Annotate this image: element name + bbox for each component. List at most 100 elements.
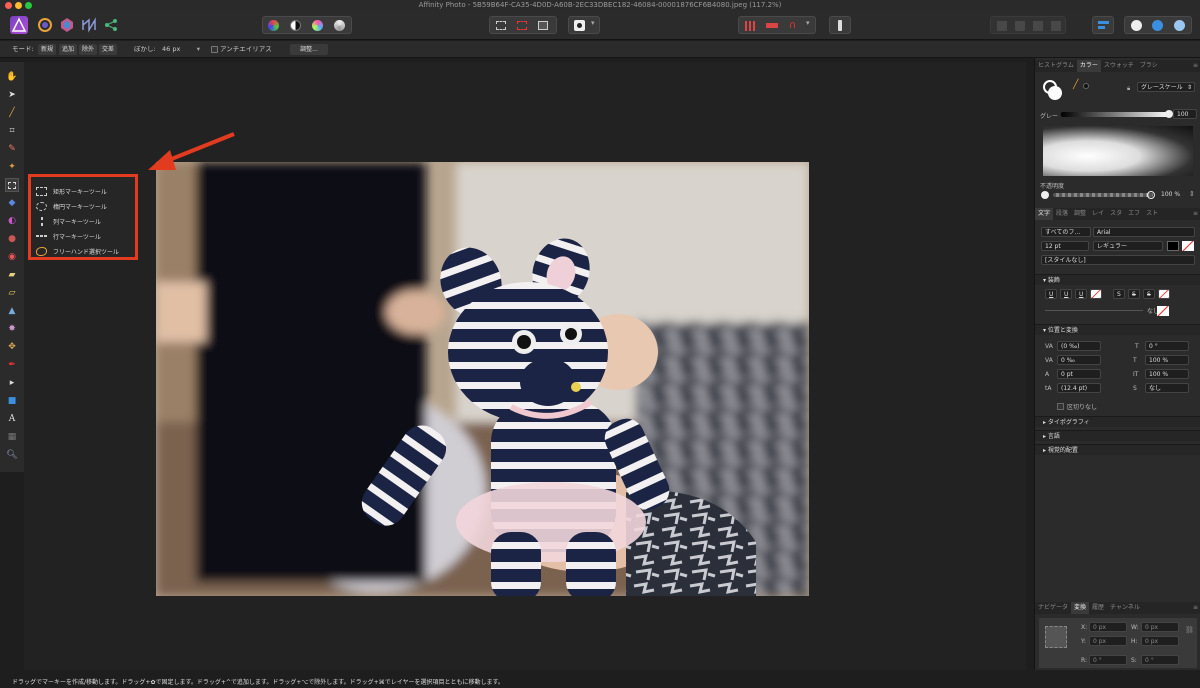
gray-slider[interactable] [1061, 110, 1173, 118]
language-section-header[interactable]: ▸ 言語 [1035, 430, 1200, 441]
strikethrough-color-swatch[interactable] [1158, 289, 1170, 299]
vertical-scale-field[interactable]: 100 % [1145, 369, 1189, 379]
tab-styles[interactable]: スタ [1107, 208, 1125, 220]
healing-brush-tool-icon[interactable]: ▱ [5, 286, 19, 300]
tab-histogram[interactable]: ヒストグラム [1035, 60, 1077, 72]
select-all-icon[interactable] [496, 21, 506, 30]
marquee-tool-icon[interactable] [5, 178, 19, 192]
panel-menu-icon[interactable]: ≡ [1190, 602, 1200, 614]
auto-levels-icon[interactable] [268, 20, 279, 31]
decoration-color-swatch[interactable] [1157, 306, 1169, 316]
crop-tool-icon[interactable]: ⌗ [5, 124, 19, 138]
column-marquee-item[interactable]: 列マーキーツール [36, 215, 101, 227]
zoom-window-button[interactable] [25, 2, 32, 9]
mode-add-button[interactable]: 追加 [59, 44, 78, 55]
mode-new-button[interactable]: 新規 [38, 44, 57, 55]
develop-persona-icon[interactable] [80, 16, 98, 34]
horizontal-scale-field[interactable]: 100 % [1145, 355, 1189, 365]
tab-adjustments[interactable]: 調整 [1071, 208, 1089, 220]
leading-field[interactable]: (12.4 pt) [1057, 383, 1101, 393]
text-tool-icon[interactable]: A [5, 412, 19, 426]
export-persona-icon[interactable] [102, 16, 120, 34]
tab-transform[interactable]: 変換 [1071, 602, 1090, 614]
decoration-line-slider[interactable] [1045, 310, 1143, 311]
panel-menu-icon[interactable]: ≡ [1190, 60, 1200, 72]
close-window-button[interactable] [5, 2, 12, 9]
chevron-down-icon[interactable]: ▾ [197, 44, 200, 55]
h-field[interactable]: 0 px [1141, 636, 1179, 646]
flood-fill-tool-icon[interactable]: ◆ [5, 196, 19, 210]
tracking-field[interactable]: (0 ‰) [1057, 341, 1101, 351]
quick-mask-icon[interactable] [574, 20, 585, 31]
mode-intersect-button[interactable]: 交差 [99, 44, 118, 55]
tab-stock[interactable]: スト [1143, 208, 1161, 220]
rectangular-marquee-item[interactable]: 矩形マーキーツール [36, 185, 107, 197]
x-field[interactable]: 0 px [1089, 622, 1127, 632]
move-tool-icon[interactable]: ➤ [5, 88, 19, 102]
liquify-persona-icon[interactable] [58, 16, 76, 34]
strikethrough-style-button[interactable]: S [1143, 289, 1155, 299]
rectangle-tool-icon[interactable]: ■ [5, 394, 19, 408]
assistant-icon[interactable] [766, 23, 778, 28]
snapping-magnet-icon[interactable]: ∩ [789, 20, 796, 31]
text-color-swatch[interactable] [1167, 241, 1179, 251]
chevron-down-icon[interactable]: ▾ [806, 19, 810, 27]
chevron-down-icon[interactable]: ▾ [591, 19, 595, 27]
eyedropper-icon[interactable]: ╱ [1073, 80, 1078, 90]
lock-icon[interactable]: 🔒︎ [1127, 85, 1130, 93]
auto-contrast-icon[interactable] [290, 20, 301, 31]
opacity-slider[interactable] [1053, 193, 1153, 197]
erase-brush-tool-icon[interactable]: ▰ [5, 268, 19, 282]
rotation-field[interactable]: 0 ° [1089, 655, 1127, 665]
arrange-forward-icon[interactable] [1033, 21, 1043, 31]
strikethrough-button[interactable]: S [1113, 289, 1125, 299]
document-photo[interactable] [156, 162, 809, 596]
color-mode-select[interactable]: グレースケール ⇕ [1137, 82, 1195, 92]
font-family-select[interactable]: Arial [1093, 227, 1195, 237]
feather-field[interactable]: 46 px ▾ [162, 44, 202, 55]
pen-tool-icon[interactable]: ✒ [5, 358, 19, 372]
shear-transform-field[interactable]: 0 ° [1141, 655, 1179, 665]
arrange-backward-icon[interactable] [1015, 21, 1025, 31]
mode-subtract-button[interactable]: 除外 [79, 44, 98, 55]
color-picker-tool-icon[interactable]: ╱ [5, 106, 19, 120]
tab-character[interactable]: 文字 [1035, 208, 1054, 220]
font-size-field[interactable]: 12 pt [1041, 241, 1089, 251]
mesh-warp-tool-icon[interactable]: ✥ [5, 340, 19, 354]
arrange-front-icon[interactable] [1051, 21, 1061, 31]
zoom-tool-icon[interactable]: 🔍︎ [5, 448, 19, 462]
double-strikethrough-button[interactable]: S [1128, 289, 1140, 299]
link-icon[interactable]: ⛓ [1185, 626, 1194, 634]
tab-effects[interactable]: エフ [1125, 208, 1143, 220]
dodge-tool-icon[interactable]: ◉ [5, 250, 19, 264]
anchor-selector-icon[interactable] [1045, 626, 1067, 648]
panel-menu-icon[interactable]: ≡ [1190, 208, 1200, 220]
gradient-tool-icon[interactable]: ◐ [5, 214, 19, 228]
affinity-photo-logo-icon[interactable] [10, 16, 28, 34]
arrange-back-icon[interactable] [997, 21, 1007, 31]
tab-navigator[interactable]: ナビゲータ [1035, 602, 1071, 614]
style-select[interactable]: [スタイルなし] [1041, 255, 1195, 265]
tab-brushes[interactable]: ブラシ [1137, 60, 1161, 72]
node-tool-icon[interactable]: ▸ [5, 376, 19, 390]
auto-colors-icon[interactable] [312, 20, 323, 31]
freehand-selection-item[interactable]: フリーハンド選択ツール [36, 245, 119, 257]
photo-persona-icon[interactable] [36, 16, 54, 34]
flood-select-tool-icon[interactable]: ✦ [5, 160, 19, 174]
tab-swatches[interactable]: スウォッチ [1101, 60, 1137, 72]
fill-color-swatch[interactable] [1048, 86, 1062, 100]
font-style-select[interactable]: レギュラー [1093, 241, 1163, 251]
double-underline-button[interactable]: U [1060, 289, 1072, 299]
underline-button[interactable]: U [1045, 289, 1057, 299]
opacity-value[interactable]: 100 % [1161, 191, 1180, 198]
deselect-icon[interactable] [517, 21, 527, 30]
position-transform-section-header[interactable]: ▾ 位置と変換 [1035, 324, 1200, 335]
skew-field[interactable]: 0 ° [1145, 341, 1189, 351]
underline-color-swatch[interactable] [1090, 289, 1102, 299]
auto-white-balance-icon[interactable] [334, 20, 345, 31]
typography-section-header[interactable]: ▸ タイポグラフィ [1035, 416, 1200, 427]
shear-field[interactable]: なし [1145, 383, 1189, 393]
add-shape-icon[interactable] [1131, 20, 1142, 31]
hand-tool-icon[interactable]: ✋ [5, 70, 19, 84]
minimize-window-button[interactable] [15, 2, 22, 9]
